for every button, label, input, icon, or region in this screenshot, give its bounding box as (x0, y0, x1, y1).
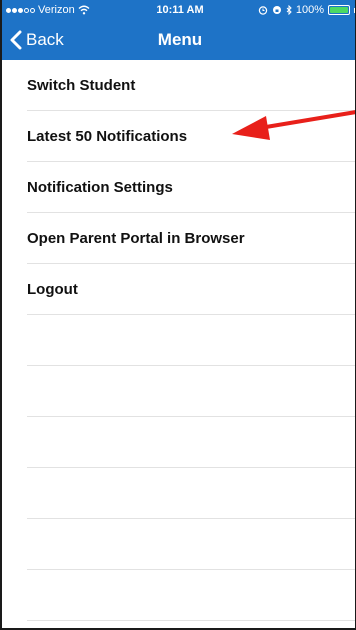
battery-level (330, 7, 348, 13)
empty-row (27, 315, 355, 366)
empty-row (27, 468, 355, 519)
menu-item-label: Open Parent Portal in Browser (27, 229, 245, 247)
battery-percent: 100% (295, 4, 324, 16)
back-button[interactable]: Back (10, 20, 64, 60)
menu-item-label: Notification Settings (27, 178, 173, 196)
status-right: 100% (258, 0, 355, 20)
phone-screen: Verizon 10:11 AM 100% Back Menu Switch S… (0, 0, 356, 630)
empty-row (27, 570, 355, 621)
empty-row (27, 366, 355, 417)
menu-item-label: Latest 50 Notifications (27, 127, 188, 145)
empty-row (27, 417, 355, 468)
menu-item-logout[interactable]: Logout (27, 264, 355, 315)
battery-icon (328, 5, 350, 15)
status-bar: Verizon 10:11 AM 100% (2, 0, 355, 20)
menu-item-switch-student[interactable]: Switch Student (27, 60, 355, 111)
menu-item-open-parent-portal[interactable]: Open Parent Portal in Browser (27, 213, 355, 264)
lock-rotation-icon (272, 6, 281, 14)
empty-row (27, 519, 355, 570)
bluetooth-icon (286, 5, 292, 15)
annotation-arrow-icon (232, 110, 355, 140)
chevron-left-icon (10, 30, 22, 50)
menu-item-label: Logout (27, 280, 78, 298)
menu-item-notification-settings[interactable]: Notification Settings (27, 162, 355, 213)
menu-item-label: Switch Student (27, 76, 136, 94)
navigation-bar: Back Menu (2, 20, 355, 60)
alarm-icon (258, 6, 268, 15)
back-label: Back (26, 30, 64, 49)
